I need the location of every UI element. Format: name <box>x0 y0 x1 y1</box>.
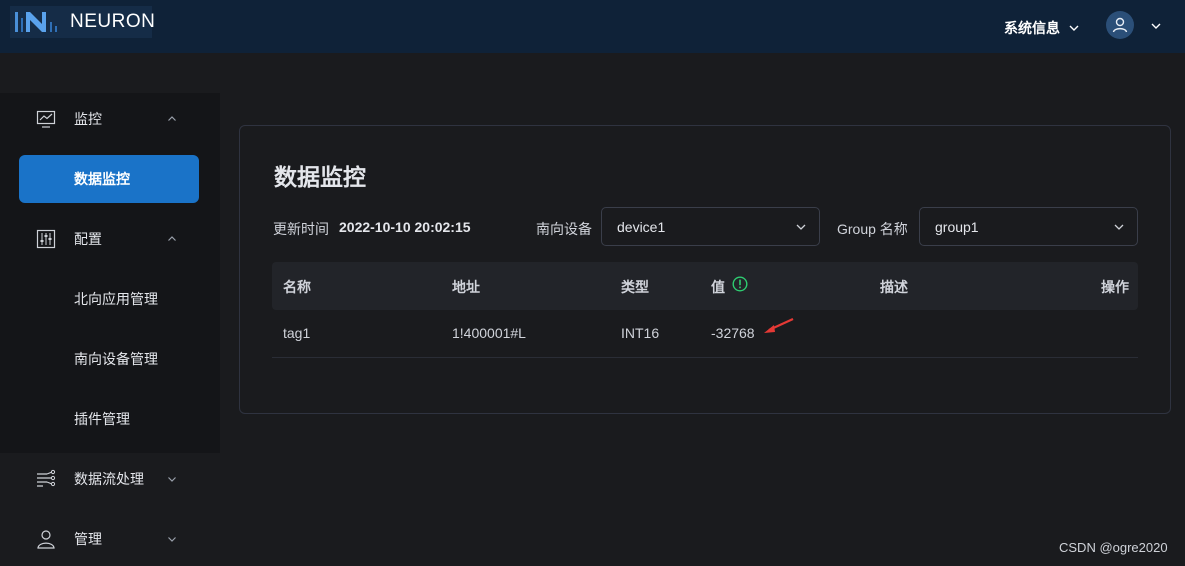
south-device-label: 南向设备 <box>536 221 592 237</box>
table-header: 名称 地址 类型 值 描述 操作 <box>272 262 1138 310</box>
cell-type: INT16 <box>621 325 660 341</box>
sidebar-item-south-device[interactable]: 南向设备管理 <box>0 335 220 383</box>
sidebar-group-label: 数据流处理 <box>74 471 144 487</box>
update-time-label: 更新时间 <box>273 221 329 237</box>
column-header-type: 类型 <box>621 279 649 295</box>
info-icon[interactable] <box>732 276 748 292</box>
user-menu-chevron-down-icon[interactable] <box>1150 20 1162 32</box>
sidebar-group-config[interactable]: 配置 <box>0 215 220 263</box>
sidebar-group-monitor[interactable]: 监控 <box>0 95 220 143</box>
dataflow-icon <box>37 469 56 487</box>
user-icon <box>1112 17 1128 33</box>
cell-address: 1!400001#L <box>452 325 526 341</box>
south-device-select[interactable]: device1 <box>601 207 820 246</box>
chevron-down-icon <box>1069 25 1079 31</box>
sidebar-item-label: 南向设备管理 <box>74 351 158 367</box>
sidebar-item-label: 数据监控 <box>74 171 130 187</box>
data-monitor-panel: 数据监控 更新时间 2022-10-10 20:02:15 南向设备 devic… <box>239 125 1171 414</box>
sidebar-group-label: 管理 <box>74 531 102 547</box>
chevron-down-icon <box>168 537 176 542</box>
chevron-down-icon <box>168 477 176 482</box>
sidebar-item-north-app[interactable]: 北向应用管理 <box>0 275 220 323</box>
sidebar-group-label: 配置 <box>74 231 102 247</box>
user-icon <box>37 530 55 549</box>
group-name-select-value: group1 <box>935 218 979 235</box>
sidebar: 监控 数据监控 配置 北向应用管理 南向设备管理 插件管理 数据流处理 管理 <box>0 53 220 566</box>
page-title: 数据监控 <box>274 164 366 190</box>
sidebar-group-label: 监控 <box>74 111 102 127</box>
group-name-select[interactable]: group1 <box>919 207 1138 246</box>
system-info-label: 系统信息 <box>1004 20 1060 36</box>
column-header-actions: 操作 <box>1101 279 1129 295</box>
sidebar-item-label: 插件管理 <box>74 411 130 427</box>
annotation-arrow-icon <box>764 318 794 333</box>
chevron-down-icon <box>796 224 806 230</box>
south-device-select-value: device1 <box>617 218 666 235</box>
sidebar-item-label: 北向应用管理 <box>74 291 158 307</box>
sidebar-item-plugin[interactable]: 插件管理 <box>0 395 220 443</box>
system-info-menu[interactable]: 系统信息 <box>1004 18 1080 38</box>
group-name-label: Group 名称 <box>837 221 908 237</box>
cell-name: tag1 <box>283 325 311 341</box>
monitor-chart-icon <box>36 110 56 128</box>
update-time-value: 2022-10-10 20:02:15 <box>339 219 471 235</box>
column-header-description: 描述 <box>880 279 908 295</box>
column-header-address: 地址 <box>452 279 480 295</box>
top-header: NEURON 系统信息 <box>0 0 1185 53</box>
neuron-logo-icon <box>15 12 57 32</box>
sliders-icon <box>36 229 56 249</box>
neuron-logo[interactable]: NEURON <box>10 6 156 38</box>
sidebar-item-data-monitor[interactable]: 数据监控 <box>19 155 199 203</box>
cell-value: -32768 <box>711 325 755 341</box>
watermark: CSDN @ogre2020 <box>1059 540 1168 555</box>
chevron-up-icon <box>168 116 176 121</box>
sidebar-group-dataflow[interactable]: 数据流处理 <box>0 455 220 503</box>
user-avatar[interactable] <box>1106 11 1134 39</box>
sidebar-group-manage[interactable]: 管理 <box>0 515 220 563</box>
column-header-value: 值 <box>711 279 725 295</box>
chevron-down-icon <box>1114 224 1124 230</box>
table-row: tag1 1!400001#L INT16 -32768 <box>272 310 1138 358</box>
chevron-up-icon <box>168 236 176 241</box>
column-header-name: 名称 <box>283 279 311 295</box>
logo-text: NEURON <box>70 11 156 32</box>
